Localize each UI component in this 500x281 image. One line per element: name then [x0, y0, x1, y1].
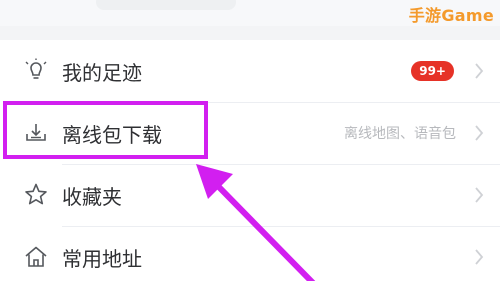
- menu-item-label: 收藏夹: [62, 184, 122, 209]
- home-icon: [14, 235, 58, 279]
- chevron-right-icon: [468, 60, 490, 82]
- menu-item-common-addresses[interactable]: 常用地址: [0, 226, 500, 281]
- screen: 手游Game 我的足迹 99+ 离线包下载 离线地图、语音包 收藏夹 常用地址: [0, 0, 500, 281]
- menu-item-footprints[interactable]: 我的足迹 99+: [0, 40, 500, 102]
- highlight-box: [3, 101, 208, 159]
- menu-item-label: 我的足迹: [62, 60, 142, 85]
- watermark: 手游Game: [408, 6, 494, 25]
- menu-list: 我的足迹 99+ 离线包下载 离线地图、语音包 收藏夹 常用地址: [0, 40, 500, 281]
- top-card-fragment: [96, 0, 236, 10]
- bulb-icon: [14, 49, 58, 93]
- chevron-right-icon: [468, 246, 490, 268]
- star-icon: [14, 173, 58, 217]
- menu-item-label: 常用地址: [62, 246, 142, 271]
- menu-item-hint: 离线地图、语音包: [344, 126, 456, 142]
- chevron-right-icon: [468, 122, 490, 144]
- menu-item-favorites[interactable]: 收藏夹: [0, 164, 500, 226]
- count-badge: 99+: [411, 61, 454, 81]
- chevron-right-icon: [468, 184, 490, 206]
